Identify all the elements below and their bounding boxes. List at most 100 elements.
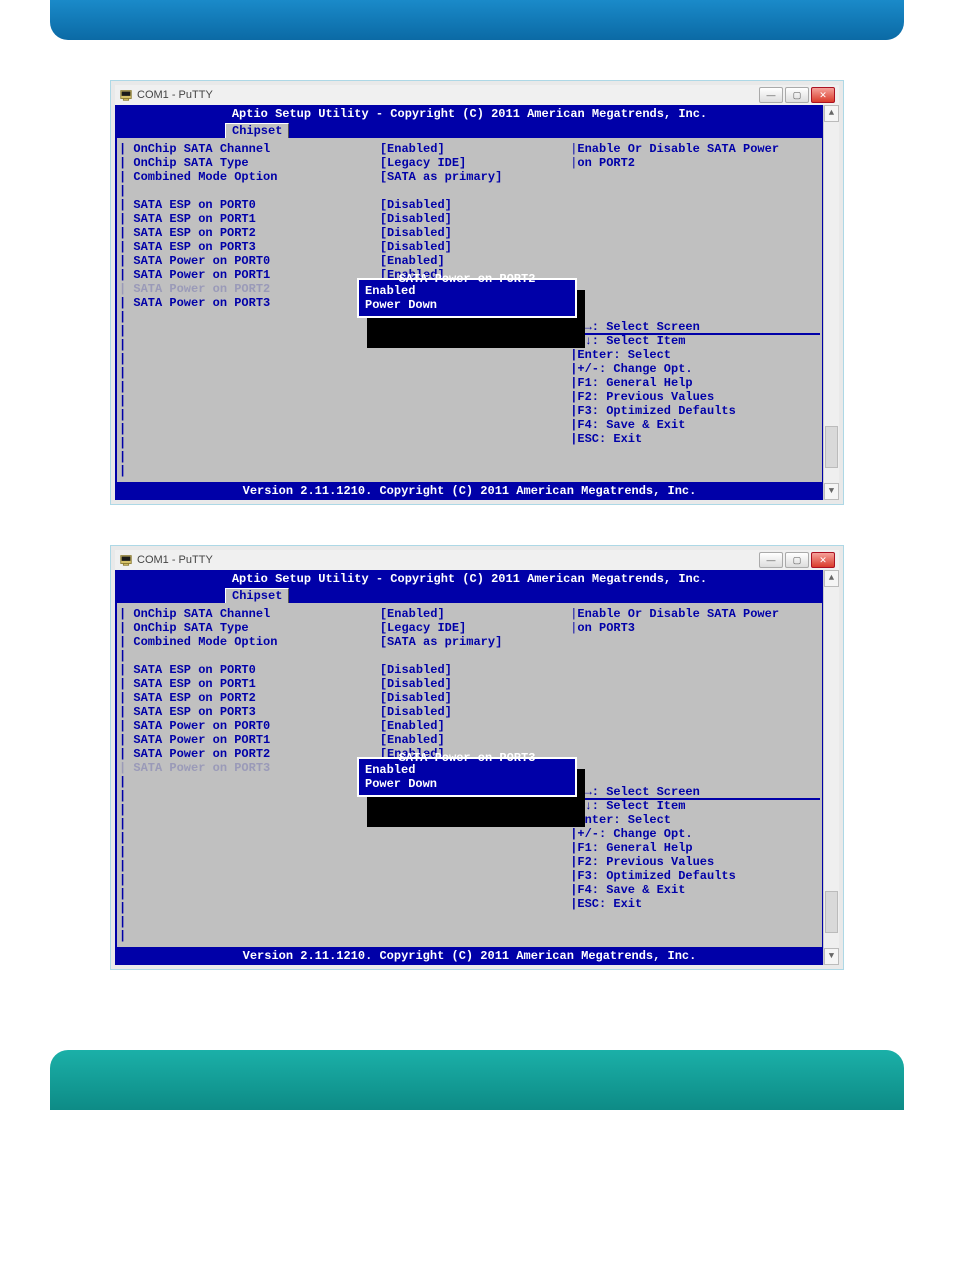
maximize-button[interactable]: ▢ — [785, 552, 809, 568]
popup-dialog[interactable]: SATA Power on PORT3 EnabledPower Down — [357, 757, 577, 797]
window-titlebar: COM1 - PuTTY — ▢ ✕ — [115, 85, 839, 105]
setting-value[interactable] — [380, 184, 570, 198]
help-text-line2: on PORT3 — [577, 621, 635, 635]
popup-title: SATA Power on PORT2 — [395, 272, 540, 286]
scroll-down-button[interactable]: ▼ — [824, 483, 839, 500]
setting-name[interactable]: | SATA Power on PORT2 — [119, 282, 380, 296]
setting-value[interactable]: [Disabled] — [380, 212, 570, 226]
setting-name[interactable]: | SATA ESP on PORT2 — [119, 226, 380, 240]
maximize-button[interactable]: ▢ — [785, 87, 809, 103]
help-key-hint: |↑↓: Select Item — [570, 334, 820, 348]
scroll-up-button[interactable]: ▲ — [824, 105, 839, 122]
setting-name[interactable]: | — [119, 649, 380, 663]
setting-name[interactable]: | SATA ESP on PORT1 — [119, 677, 380, 691]
scrollbar[interactable]: ▲ ▼ — [823, 105, 839, 500]
help-key-hint: |F3: Optimized Defaults — [570, 869, 820, 883]
setting-value[interactable]: [Disabled] — [380, 691, 570, 705]
setting-name[interactable]: | SATA ESP on PORT2 — [119, 691, 380, 705]
help-key-hint: |F1: General Help — [570, 841, 820, 855]
close-button[interactable]: ✕ — [811, 87, 835, 103]
popup-option[interactable]: Power Down — [365, 777, 569, 791]
help-text-line1: Enable Or Disable SATA Power — [577, 607, 779, 621]
setting-name[interactable]: | SATA Power on PORT0 — [119, 254, 380, 268]
help-key-hint: |Enter: Select — [570, 813, 820, 827]
setting-name[interactable]: | SATA Power on PORT2 — [119, 747, 380, 761]
setting-value[interactable]: [Enabled] — [380, 733, 570, 747]
popup-option[interactable]: Power Down — [365, 298, 569, 312]
popup-dialog[interactable]: SATA Power on PORT2 EnabledPower Down — [357, 278, 577, 318]
help-key-hint: |F3: Optimized Defaults — [570, 404, 820, 418]
setting-value[interactable]: [SATA as primary] — [380, 170, 570, 184]
help-key-hint: |+/-: Change Opt. — [570, 827, 820, 841]
setting-value[interactable]: [Disabled] — [380, 663, 570, 677]
help-key-hint: |ESC: Exit — [570, 897, 820, 911]
setting-name[interactable]: | OnChip SATA Channel — [119, 607, 380, 621]
setting-name[interactable]: | SATA Power on PORT1 — [119, 268, 380, 282]
setting-name[interactable]: | Combined Mode Option — [119, 635, 380, 649]
bios-body: | OnChip SATA Channel| OnChip SATA Type|… — [115, 138, 824, 482]
tab-chipset[interactable]: Chipset — [225, 123, 289, 138]
close-button[interactable]: ✕ — [811, 552, 835, 568]
help-key-hint: |ESC: Exit — [570, 432, 820, 446]
setting-name[interactable]: | SATA ESP on PORT3 — [119, 705, 380, 719]
bios-header: Aptio Setup Utility - Copyright (C) 2011… — [115, 105, 824, 123]
setting-name[interactable]: | Combined Mode Option — [119, 170, 380, 184]
setting-value[interactable]: [Enabled] — [380, 254, 570, 268]
window-title: COM1 - PuTTY — [137, 89, 213, 101]
help-text-line1: Enable Or Disable SATA Power — [577, 142, 779, 156]
minimize-button[interactable]: — — [759, 552, 783, 568]
setting-name[interactable]: | SATA ESP on PORT0 — [119, 663, 380, 677]
popup-option[interactable]: Enabled — [365, 763, 569, 777]
setting-value[interactable]: [Enabled] — [380, 719, 570, 733]
screenshot-2: COM1 - PuTTY — ▢ ✕ Aptio Setup Utility -… — [110, 545, 844, 970]
setting-name[interactable]: | — [119, 184, 380, 198]
setting-name[interactable]: | OnChip SATA Type — [119, 621, 380, 635]
setting-value[interactable]: [Enabled] — [380, 142, 570, 156]
help-key-hint: |←→: Select Screen — [570, 785, 820, 799]
setting-value[interactable]: [Enabled] — [380, 607, 570, 621]
setting-name[interactable]: | OnChip SATA Channel — [119, 142, 380, 156]
setting-name[interactable]: | SATA Power on PORT1 — [119, 733, 380, 747]
scrollbar[interactable]: ▲ ▼ — [823, 570, 839, 965]
scroll-up-button[interactable]: ▲ — [824, 570, 839, 587]
setting-value[interactable]: [Disabled] — [380, 198, 570, 212]
putty-icon — [119, 88, 133, 102]
window-titlebar: COM1 - PuTTY — ▢ ✕ — [115, 550, 839, 570]
setting-value[interactable]: [Legacy IDE] — [380, 621, 570, 635]
setting-name[interactable]: | SATA Power on PORT3 — [119, 761, 380, 775]
bios-footer: Version 2.11.1210. Copyright (C) 2011 Am… — [115, 947, 824, 965]
setting-value[interactable]: [Disabled] — [380, 705, 570, 719]
scroll-thumb[interactable] — [825, 426, 838, 468]
help-text-line2: on PORT2 — [577, 156, 635, 170]
help-key-hint: |+/-: Change Opt. — [570, 362, 820, 376]
scroll-down-button[interactable]: ▼ — [824, 948, 839, 965]
help-key-hint: |F4: Save & Exit — [570, 418, 820, 432]
help-key-hint: |F2: Previous Values — [570, 390, 820, 404]
tab-chipset[interactable]: Chipset — [225, 588, 289, 603]
setting-value[interactable]: [Disabled] — [380, 677, 570, 691]
setting-name[interactable]: | SATA Power on PORT3 — [119, 296, 380, 310]
popup-option[interactable]: Enabled — [365, 284, 569, 298]
help-key-hint: |↑↓: Select Item — [570, 799, 820, 813]
bios-body: | OnChip SATA Channel| OnChip SATA Type|… — [115, 603, 824, 947]
help-key-hint: |F2: Previous Values — [570, 855, 820, 869]
setting-value[interactable]: [Legacy IDE] — [380, 156, 570, 170]
setting-value[interactable]: [Disabled] — [380, 226, 570, 240]
setting-name[interactable]: | SATA ESP on PORT3 — [119, 240, 380, 254]
setting-name[interactable]: | SATA ESP on PORT1 — [119, 212, 380, 226]
help-key-hint: |Enter: Select — [570, 348, 820, 362]
setting-value[interactable]: [SATA as primary] — [380, 635, 570, 649]
setting-name[interactable]: | SATA ESP on PORT0 — [119, 198, 380, 212]
putty-icon — [119, 553, 133, 567]
help-key-hint: |←→: Select Screen — [570, 320, 820, 334]
setting-name[interactable]: | OnChip SATA Type — [119, 156, 380, 170]
setting-name[interactable]: | SATA Power on PORT0 — [119, 719, 380, 733]
bios-header: Aptio Setup Utility - Copyright (C) 2011… — [115, 570, 824, 588]
scroll-thumb[interactable] — [825, 891, 838, 933]
screenshot-1: COM1 - PuTTY — ▢ ✕ Aptio Setup Utility -… — [110, 80, 844, 505]
minimize-button[interactable]: — — [759, 87, 783, 103]
bios-tab-row: Chipset — [115, 588, 824, 603]
setting-value[interactable] — [380, 649, 570, 663]
page-header-banner — [50, 0, 904, 40]
setting-value[interactable]: [Disabled] — [380, 240, 570, 254]
